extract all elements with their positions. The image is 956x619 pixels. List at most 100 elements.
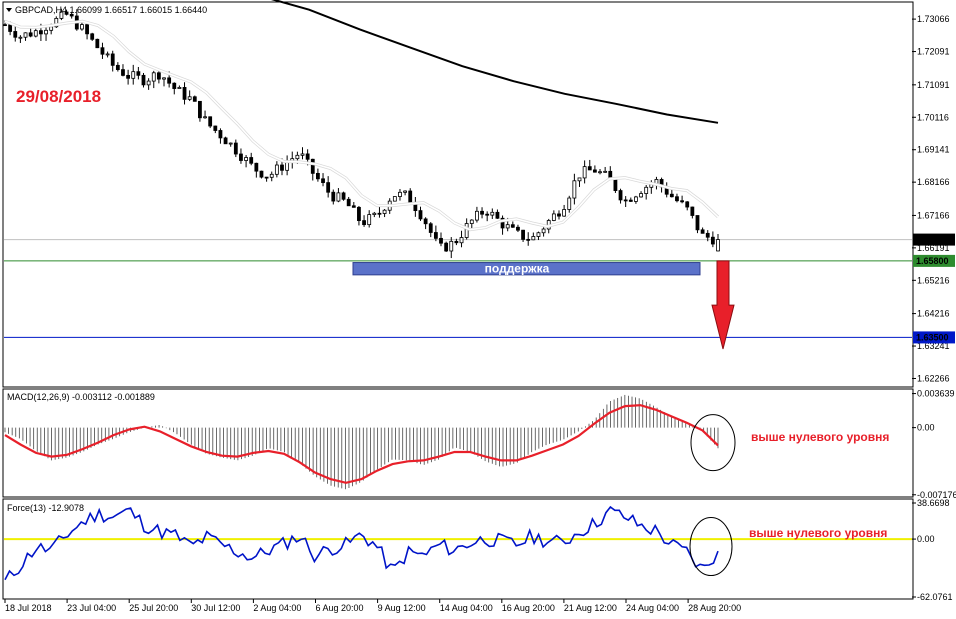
- time-tick-label: 16 Aug 20:00: [502, 603, 555, 613]
- candle-body: [18, 36, 23, 39]
- macd-tick-label: 0.00: [917, 423, 935, 433]
- price-tick-label: 1.67166: [917, 210, 950, 220]
- price-tick-label: 1.65216: [917, 275, 950, 285]
- candle-body: [623, 199, 628, 202]
- candle-body: [639, 193, 643, 198]
- price-tick-label: 1.71091: [917, 80, 950, 90]
- candle-body: [710, 236, 715, 245]
- candle-body: [403, 190, 408, 193]
- candle-body: [305, 153, 310, 160]
- candle-body: [28, 32, 33, 37]
- candle-body: [198, 100, 202, 119]
- macd-tick-label: 0.003639: [917, 389, 955, 399]
- candle-body: [475, 210, 479, 221]
- candle-body: [346, 198, 351, 207]
- candle-body: [685, 201, 690, 208]
- candle-body: [469, 219, 474, 224]
- price-tag-label: 1.66440: [916, 235, 949, 245]
- candle-body: [321, 178, 325, 183]
- candle-body: [408, 190, 413, 203]
- force-label: Force(13) -12.9078: [7, 503, 84, 513]
- candle-body: [459, 237, 464, 244]
- candle-body: [634, 196, 638, 202]
- candle-body: [603, 170, 608, 173]
- candle-body: [567, 197, 572, 210]
- time-tick-label: 24 Aug 04:00: [626, 603, 679, 613]
- candle-body: [172, 82, 177, 89]
- candle-body: [39, 30, 43, 35]
- candle-body: [49, 26, 54, 31]
- candle-body: [367, 214, 372, 226]
- time-tick-label: 23 Jul 04:00: [67, 603, 116, 613]
- time-tick-label: 14 Aug 04:00: [440, 603, 493, 613]
- candle-body: [618, 190, 623, 201]
- candle-body: [177, 87, 182, 89]
- candle-body: [244, 157, 248, 161]
- price-tick-label: 1.70116: [917, 112, 949, 122]
- candle-body: [510, 224, 515, 228]
- time-tick-label: 28 Aug 20:00: [688, 603, 741, 613]
- candle-body: [23, 32, 28, 38]
- candle-body: [141, 74, 146, 86]
- force-tick-label: 38.6698: [917, 498, 950, 508]
- candle-body: [541, 228, 546, 234]
- candle-body: [505, 224, 510, 229]
- candle-body: [105, 53, 110, 56]
- force-tick-label: 0.00: [917, 534, 935, 544]
- candle-body: [444, 242, 449, 252]
- force-panel-frame: [2, 498, 914, 600]
- candle-body: [187, 96, 192, 100]
- candle-body: [418, 210, 423, 220]
- force-note: выше нулевого уровня: [749, 526, 887, 540]
- candle-body: [690, 206, 695, 216]
- candle-body: [203, 116, 207, 119]
- candle-body: [218, 130, 223, 139]
- candle-body: [264, 176, 269, 179]
- candle-body: [126, 74, 131, 79]
- candle-body: [315, 172, 320, 180]
- candle-body: [669, 193, 674, 198]
- candle-body: [85, 24, 89, 35]
- candle-body: [485, 213, 490, 216]
- candle-body: [464, 223, 469, 238]
- support-label: поддержка: [485, 262, 550, 276]
- candle-body: [208, 116, 213, 127]
- candle-body: [628, 199, 633, 202]
- candle-body: [587, 166, 592, 171]
- candle-body: [577, 177, 582, 182]
- candle-body: [680, 200, 684, 203]
- candle-body: [280, 164, 284, 171]
- price-tag-label: 1.65800: [916, 256, 949, 266]
- candle-body: [146, 80, 151, 86]
- candle-body: [223, 137, 228, 145]
- candle-body: [526, 238, 531, 241]
- candle-body: [331, 191, 336, 202]
- candle-body: [228, 142, 233, 145]
- candle-body: [423, 218, 428, 225]
- time-tick-label: 25 Jul 20:00: [129, 603, 178, 613]
- candle-body: [151, 72, 156, 82]
- candle-body: [249, 157, 254, 164]
- candle-body: [705, 232, 710, 238]
- candle-body: [716, 239, 720, 252]
- candle-body: [613, 177, 618, 191]
- candle-body: [115, 64, 120, 70]
- candle-body: [310, 158, 315, 174]
- candle-body: [695, 215, 700, 231]
- candle-body: [192, 96, 197, 102]
- candle-body: [233, 142, 238, 155]
- candle-body: [274, 164, 279, 175]
- price-tick-label: 1.73066: [917, 14, 950, 24]
- candle-body: [269, 173, 274, 178]
- candle-body: [8, 24, 13, 32]
- symbol-header: GBPCAD,H4 1.66099 1.66517 1.66015 1.6644…: [15, 5, 207, 15]
- candle-body: [167, 77, 172, 84]
- candle-body: [536, 232, 541, 237]
- candle-body: [592, 169, 597, 173]
- candle-body: [285, 161, 290, 171]
- candle-body: [136, 71, 141, 76]
- candle-body: [362, 220, 366, 226]
- candle-body: [382, 209, 387, 214]
- candle-body: [428, 223, 433, 233]
- macd-label: MACD(12,26,9) -0.003112 -0.001889: [7, 392, 155, 402]
